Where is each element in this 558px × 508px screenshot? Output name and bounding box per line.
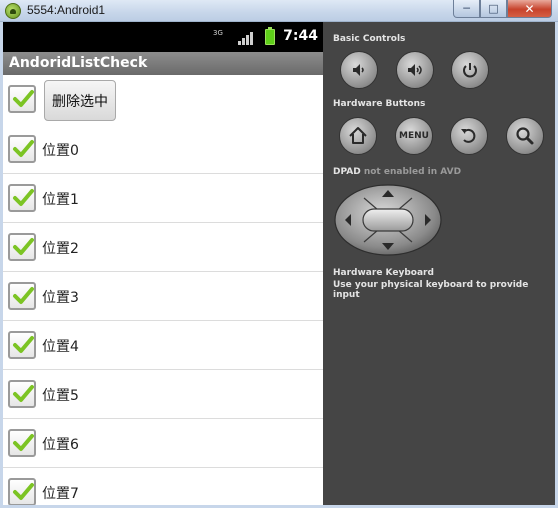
delete-selected-button[interactable]: 删除选中	[44, 80, 116, 121]
checkmark-icon	[13, 434, 34, 451]
list-item[interactable]: 位置0	[3, 125, 323, 174]
checkmark-icon	[13, 336, 34, 353]
item-label: 位置0	[42, 143, 79, 159]
power-icon	[463, 63, 477, 78]
home-button[interactable]	[339, 117, 377, 155]
minimize-button[interactable]: ─	[453, 0, 480, 18]
action-row: 删除选中	[3, 75, 323, 125]
dpad-note: not enabled in AVD	[363, 167, 462, 177]
hardware-buttons-title: Hardware Buttons	[333, 99, 426, 109]
dpad-center-button	[362, 208, 414, 232]
back-button[interactable]	[450, 117, 488, 155]
checkmark-icon	[13, 287, 34, 304]
list-item[interactable]: 位置1	[3, 174, 323, 223]
checkmark-icon	[13, 189, 34, 206]
checkmark-icon	[13, 385, 34, 402]
close-button[interactable]: ✕	[507, 0, 552, 18]
dpad-control[interactable]	[334, 184, 442, 256]
hardware-keyboard-title: Hardware Keyboard	[333, 268, 434, 278]
item-checkbox[interactable]	[8, 478, 36, 505]
select-all-checkbox[interactable]	[8, 85, 36, 113]
maximize-icon: □	[488, 2, 499, 15]
item-checkbox[interactable]	[8, 380, 36, 408]
hardware-keyboard-note: Use your physical keyboard to provide in…	[333, 280, 529, 300]
window-title: 5554:Android1	[27, 3, 106, 17]
window-buttons: ─ □ ✕	[453, 0, 552, 18]
item-checkbox[interactable]	[8, 331, 36, 359]
basic-controls-title: Basic Controls	[333, 34, 406, 44]
status-bar: 3G 7:44	[3, 22, 323, 52]
item-checkbox[interactable]	[8, 135, 36, 163]
item-label: 位置7	[42, 486, 79, 502]
minimize-icon: ─	[463, 2, 470, 15]
volume-down-button[interactable]	[340, 51, 378, 89]
item-label: 位置4	[42, 339, 79, 355]
app-title: AndoridListCheck	[9, 55, 148, 71]
list-item[interactable]: 位置6	[3, 419, 323, 468]
checkmark-icon	[13, 140, 34, 157]
item-checkbox[interactable]	[8, 233, 36, 261]
window-titlebar: 5554:Android1 ─ □ ✕	[0, 0, 558, 22]
list-item[interactable]: 位置2	[3, 223, 323, 272]
checkmark-icon	[13, 483, 34, 500]
battery-icon	[265, 27, 275, 45]
item-list[interactable]: 位置0 位置1 位置2 位置3 位置4 位置5 位置6 位置7	[3, 125, 323, 505]
item-label: 位置6	[42, 437, 79, 453]
app-title-bar: AndoridListCheck	[3, 52, 323, 75]
emulator-control-panel: Basic Controls Hardware Buttons MENU DPA…	[323, 22, 555, 505]
list-item[interactable]: 位置3	[3, 272, 323, 321]
signal-icon	[238, 31, 253, 45]
dpad-title: DPAD not enabled in AVD	[333, 167, 461, 177]
maximize-button[interactable]: □	[480, 0, 507, 18]
back-arrow-icon	[461, 128, 476, 143]
volume-down-icon	[353, 64, 364, 76]
checkmark-icon	[13, 238, 34, 255]
search-icon	[516, 127, 534, 145]
dpad-label: DPAD	[333, 167, 361, 177]
item-checkbox[interactable]	[8, 282, 36, 310]
android-app-icon	[5, 3, 21, 19]
search-button[interactable]	[506, 117, 544, 155]
list-item[interactable]: 位置4	[3, 321, 323, 370]
item-label: 位置3	[42, 290, 79, 306]
android-screen: 3G 7:44 AndoridListCheck 删除选中 位置0 位置1 位置2 位…	[3, 22, 323, 505]
list-item[interactable]: 位置7	[3, 468, 323, 505]
item-label: 位置1	[42, 192, 79, 208]
item-label: 位置2	[42, 241, 79, 257]
status-time: 7:44	[283, 28, 318, 44]
menu-button[interactable]: MENU	[395, 117, 433, 155]
home-icon	[349, 127, 367, 144]
checkmark-icon	[13, 90, 34, 107]
network-3g-icon: 3G	[213, 29, 223, 37]
power-button[interactable]	[451, 51, 489, 89]
volume-up-button[interactable]	[396, 51, 434, 89]
item-checkbox[interactable]	[8, 184, 36, 212]
list-item[interactable]: 位置5	[3, 370, 323, 419]
volume-up-icon	[408, 64, 422, 76]
close-icon: ✕	[524, 1, 535, 16]
item-label: 位置5	[42, 388, 79, 404]
menu-label: MENU	[399, 131, 429, 141]
item-checkbox[interactable]	[8, 429, 36, 457]
